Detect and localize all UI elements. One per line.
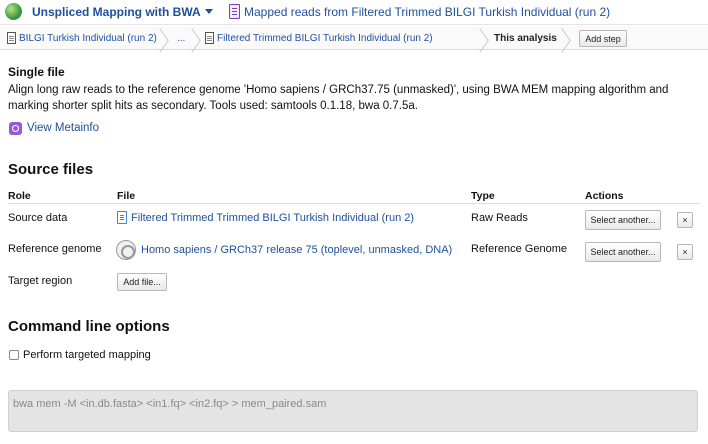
top-bar: Unspliced Mapping with BWA Mapped reads … — [0, 0, 708, 25]
chevron-down-icon[interactable] — [205, 9, 213, 14]
app-logo-icon — [5, 3, 22, 20]
remove-file-button[interactable]: × — [677, 212, 693, 228]
breadcrumb-item-label: Filtered Trimmed BILGI Turkish Individua… — [217, 32, 433, 44]
breadcrumb-item-filtered[interactable]: Filtered Trimmed BILGI Turkish Individua… — [205, 26, 433, 50]
breadcrumb-item-project[interactable]: BILGI Turkish Individual (run 2) — [7, 26, 157, 50]
document-icon — [229, 4, 240, 19]
source-data-file-link[interactable]: Filtered Trimmed Trimmed BILGI Turkish I… — [131, 212, 414, 224]
breadcrumb: BILGI Turkish Individual (run 2) ... Fil… — [0, 26, 708, 50]
metainfo-icon — [9, 122, 22, 135]
command-preview-text: bwa mem -M <in.db.fasta> <in1.fq> <in2.f… — [13, 398, 327, 410]
mapped-reads-link[interactable]: Mapped reads from Filtered Trimmed BILGI… — [244, 5, 610, 19]
add-file-button[interactable]: Add file... — [117, 273, 167, 291]
add-step-button[interactable]: Add step — [579, 30, 627, 47]
analysis-heading: Single file — [8, 65, 65, 79]
analysis-description: Align long raw reads to the reference ge… — [8, 84, 669, 112]
row-role-target-region: Target region — [8, 275, 73, 287]
targeted-mapping-checkbox[interactable] — [9, 350, 19, 360]
targeted-mapping-label[interactable]: Perform targeted mapping — [23, 349, 151, 361]
command-line-heading: Command line options — [8, 318, 170, 335]
document-icon — [205, 32, 214, 44]
breadcrumb-separator — [480, 26, 492, 50]
reference-genome-type: Reference Genome — [471, 243, 567, 255]
reference-genome-file-link[interactable]: Homo sapiens / GRCh37 release 75 (toplev… — [141, 244, 452, 256]
table-divider — [8, 203, 701, 204]
source-files-heading: Source files — [8, 161, 94, 178]
document-icon — [7, 32, 16, 44]
column-header-actions: Actions — [585, 190, 624, 202]
column-header-file: File — [117, 190, 136, 202]
app-title-menu[interactable]: Unspliced Mapping with BWA — [32, 5, 201, 19]
genome-icon — [116, 240, 136, 260]
row-role-reference-genome: Reference genome — [8, 243, 102, 255]
file-icon — [117, 211, 127, 224]
select-another-button[interactable]: Select another... — [585, 210, 661, 230]
breadcrumb-separator — [192, 26, 204, 50]
select-another-button[interactable]: Select another... — [585, 242, 661, 262]
remove-file-button[interactable]: × — [677, 244, 693, 260]
source-data-type: Raw Reads — [471, 212, 528, 224]
row-role-source-data: Source data — [8, 212, 68, 224]
command-preview-box: bwa mem -M <in.db.fasta> <in1.fq> <in2.f… — [8, 390, 698, 432]
breadcrumb-separator — [160, 26, 172, 50]
view-metainfo-link[interactable]: View Metainfo — [27, 122, 99, 134]
breadcrumb-item-label: BILGI Turkish Individual (run 2) — [19, 32, 157, 44]
breadcrumb-separator — [562, 26, 574, 50]
column-header-type: Type — [471, 190, 495, 202]
column-header-role: Role — [8, 190, 31, 202]
breadcrumb-current: This analysis — [494, 32, 557, 44]
